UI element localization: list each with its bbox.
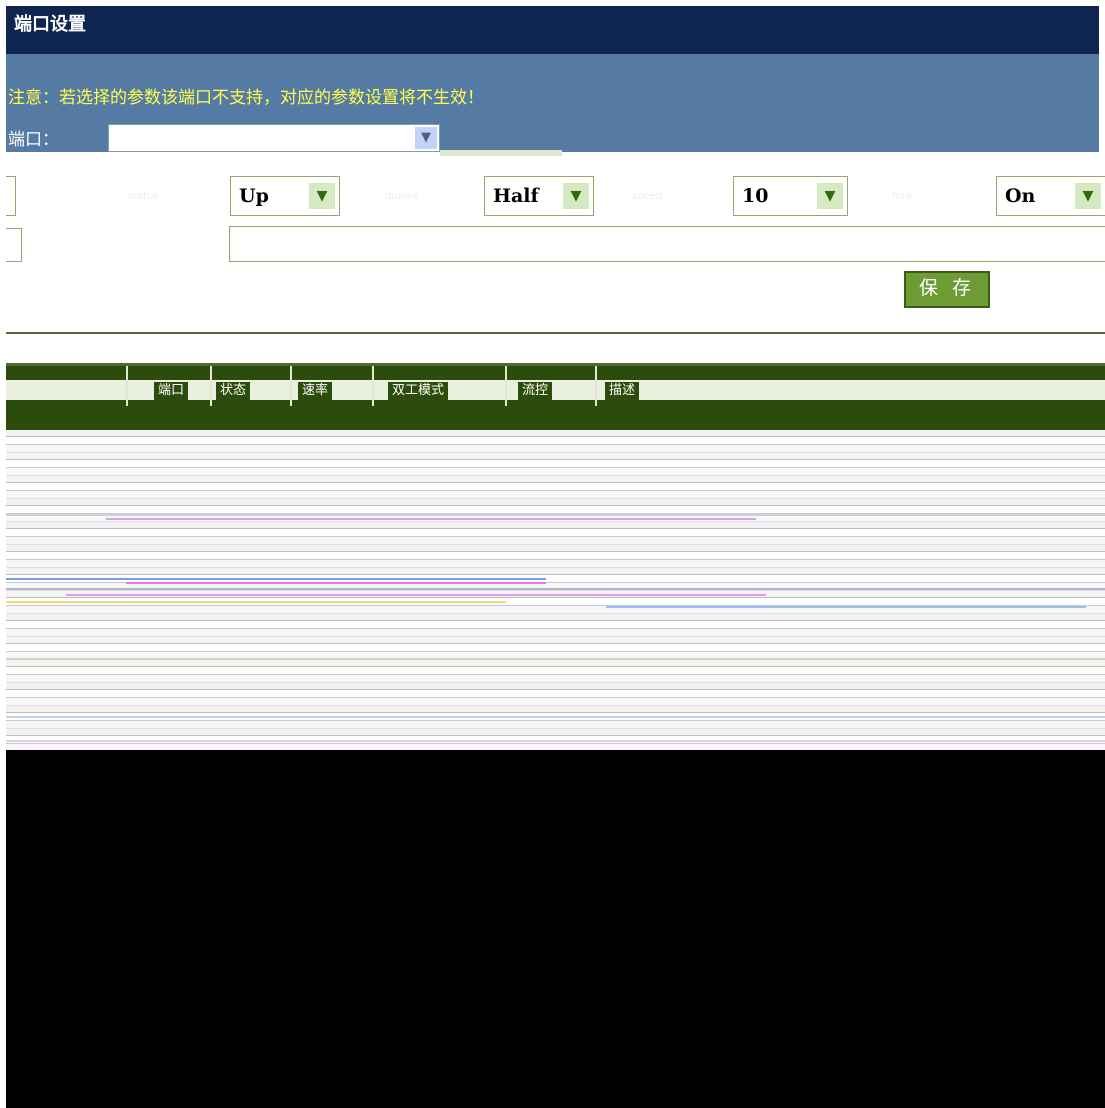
duplex-value: Half [493, 185, 539, 207]
speed-select[interactable]: 10 ▼ [733, 176, 848, 216]
port-table-body [6, 430, 1105, 750]
table-row [6, 658, 1105, 660]
save-button[interactable]: 保 存 [904, 271, 990, 308]
table-row [126, 582, 546, 584]
column-separator [595, 366, 597, 406]
table-row [6, 716, 1105, 718]
chevron-down-icon[interactable]: ▼ [817, 183, 843, 209]
speed-label: speed [632, 191, 663, 202]
table-row [6, 514, 1105, 516]
flow-control-value: On [1005, 185, 1036, 207]
column-header-port[interactable]: 端口 [154, 382, 189, 400]
column-separator [372, 366, 374, 406]
text-input-partial[interactable] [6, 228, 22, 262]
table-row [106, 518, 756, 520]
column-separator [126, 366, 128, 406]
column-header-description[interactable]: 描述 [605, 382, 640, 400]
checkbox-partial[interactable] [6, 176, 16, 216]
table-row [6, 740, 1105, 742]
column-header-flow[interactable]: 流控 [518, 382, 553, 400]
table-row [6, 588, 1105, 590]
page-title: 端口设置 [14, 14, 86, 35]
column-header-speed[interactable]: 速率 [298, 382, 333, 400]
table-row [66, 594, 766, 596]
column-header-status[interactable]: 状态 [216, 382, 251, 400]
port-label: 端口： [8, 130, 59, 150]
column-separator [210, 366, 212, 406]
table-row [6, 578, 546, 580]
table-row [606, 606, 1086, 608]
port-select[interactable]: ▼ [108, 124, 440, 152]
description-input[interactable] [229, 226, 1105, 262]
chevron-down-icon[interactable]: ▼ [563, 183, 589, 209]
column-header-duplex[interactable]: 双工模式 [388, 382, 449, 400]
speed-value: 10 [742, 185, 769, 207]
unrendered-area [6, 750, 1105, 1108]
duplex-select[interactable]: Half ▼ [484, 176, 594, 216]
title-bar [6, 6, 1099, 54]
chevron-down-icon[interactable]: ▼ [1075, 183, 1101, 209]
link-status-value: Up [239, 185, 269, 207]
chevron-down-icon[interactable]: ▼ [309, 183, 335, 209]
duplex-label: duplex [385, 191, 419, 202]
flow-control-label: flow [892, 191, 913, 202]
flow-control-select[interactable]: On ▼ [996, 176, 1105, 216]
divider [440, 150, 562, 156]
divider [6, 332, 1105, 334]
chevron-down-icon[interactable]: ▼ [415, 127, 437, 149]
link-status-label: status [128, 191, 159, 202]
column-separator [505, 366, 507, 406]
link-status-select[interactable]: Up ▼ [230, 176, 340, 216]
column-separator [290, 366, 292, 406]
notice-text: 注意：若选择的参数该端口不支持，对应的参数设置将不生效！ [8, 88, 484, 108]
table-row [6, 601, 506, 603]
